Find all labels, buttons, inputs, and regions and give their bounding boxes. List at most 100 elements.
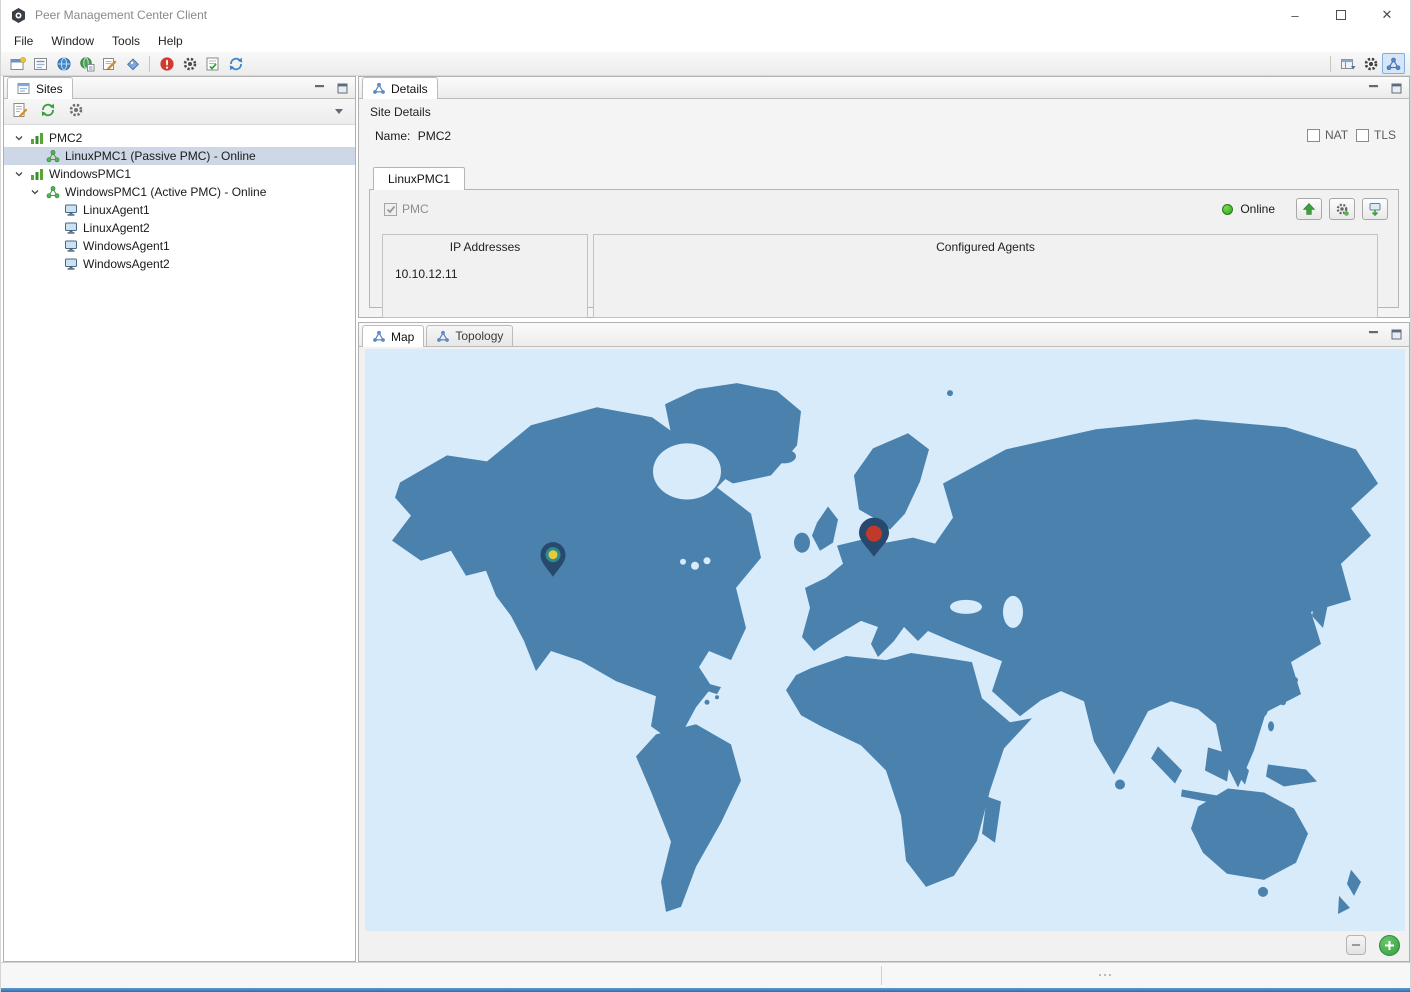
new-wizard-icon[interactable] — [6, 53, 29, 74]
alerts-icon[interactable] — [155, 53, 178, 74]
preferences-gear-icon[interactable] — [178, 53, 201, 74]
minimize-panel-icon[interactable] — [1365, 80, 1381, 96]
refresh-icon[interactable] — [224, 53, 247, 74]
tab-linuxpmc1-label: LinuxPMC1 — [388, 172, 451, 186]
open-perspective-icon[interactable] — [1336, 53, 1359, 74]
nat-checkbox-label: NAT — [1325, 128, 1349, 142]
web-browser-icon[interactable] — [52, 53, 75, 74]
minus-icon — [1352, 944, 1360, 946]
tab-map[interactable]: Map — [362, 325, 425, 347]
agent-gear-icon — [1336, 203, 1349, 216]
menu-bar: File Window Tools Help — [1, 30, 1410, 52]
tasks-icon[interactable] — [201, 53, 224, 74]
site-settings-gear-icon[interactable] — [68, 102, 84, 121]
tree-item-pmc[interactable]: LinuxPMC1 (Passive PMC) - Online — [4, 147, 355, 165]
tree-item-label: LinuxAgent1 — [83, 203, 150, 217]
chevron-down-icon[interactable] — [10, 133, 28, 143]
maximize-panel-icon[interactable] — [1388, 326, 1404, 342]
main-toolbar — [1, 52, 1410, 76]
site-name-value: PMC2 — [417, 129, 452, 143]
online-status-icon — [1222, 203, 1234, 215]
close-button[interactable]: ✕ — [1364, 0, 1410, 30]
sites-tabbar: Sites — [4, 77, 355, 99]
settings-gear-icon[interactable] — [1359, 53, 1382, 74]
maximize-panel-icon[interactable] — [334, 80, 350, 96]
agent-icon — [62, 203, 80, 217]
tree-item-pmc[interactable]: WindowsPMC1 (Active PMC) - Online — [4, 183, 355, 201]
tab-details-label: Details — [391, 81, 428, 96]
configured-agents-group: Configured Agents — [593, 234, 1378, 318]
app-icon — [10, 7, 27, 24]
menu-file[interactable]: File — [5, 31, 42, 51]
tree-item-agent[interactable]: WindowsAgent1 — [4, 237, 355, 255]
refresh-sites-icon[interactable] — [40, 102, 56, 121]
edit-properties-icon[interactable] — [98, 53, 121, 74]
promote-up-button[interactable] — [1296, 198, 1322, 220]
tree-item-agent[interactable]: LinuxAgent2 — [4, 219, 355, 237]
install-agent-button[interactable] — [1362, 198, 1388, 220]
site-icon — [28, 131, 46, 145]
view-menu-icon[interactable] — [331, 108, 347, 115]
zoom-in-button[interactable] — [1379, 934, 1400, 956]
tab-linuxpmc1[interactable]: LinuxPMC1 — [373, 167, 466, 190]
web-publish-icon[interactable] — [75, 53, 98, 74]
tab-topology-label: Topology — [455, 329, 504, 343]
toolbar-separator — [1330, 55, 1331, 72]
tree-item-label: WindowsPMC1 (Active PMC) - Online — [65, 185, 267, 199]
tree-item-site[interactable]: PMC2 — [4, 129, 355, 147]
map-panel: Map Topology — [358, 322, 1410, 962]
menu-help[interactable]: Help — [149, 31, 192, 51]
agent-icon — [62, 257, 80, 271]
nat-checkbox[interactable]: NAT — [1307, 128, 1348, 142]
minimize-panel-icon[interactable] — [1365, 326, 1381, 342]
window-bottom-edge — [1, 988, 1410, 992]
menu-tools[interactable]: Tools — [103, 31, 149, 51]
tree-item-label: WindowsAgent1 — [83, 239, 170, 253]
site-name: Name: PMC2 — [375, 129, 451, 143]
ip-addresses-title: IP Addresses — [449, 240, 521, 254]
maximize-icon — [1336, 10, 1346, 20]
maximize-panel-icon[interactable] — [1388, 80, 1404, 96]
tags-icon[interactable] — [121, 53, 144, 74]
status-bar — [1, 962, 1410, 988]
zoom-out-button[interactable] — [1346, 935, 1366, 955]
status-bar-grip — [1099, 974, 1111, 976]
topology-perspective-icon[interactable] — [1382, 53, 1405, 74]
tree-item-agent[interactable]: LinuxAgent1 — [4, 201, 355, 219]
promote-up-icon — [1302, 203, 1316, 215]
pmc-icon — [44, 149, 62, 163]
site-name-label: Name: — [375, 129, 411, 143]
report-icon[interactable] — [12, 102, 28, 121]
show-view-icon[interactable] — [29, 53, 52, 74]
status-bar-separator — [881, 966, 882, 985]
minimize-button[interactable]: – — [1272, 0, 1318, 30]
agent-settings-button[interactable] — [1329, 198, 1355, 220]
chevron-down-icon[interactable] — [26, 187, 44, 197]
topology-icon — [373, 330, 385, 342]
tab-topology[interactable]: Topology — [426, 325, 514, 346]
world-map[interactable] — [365, 349, 1405, 931]
menu-window[interactable]: Window — [42, 31, 103, 51]
tree-item-label: WindowsAgent2 — [83, 257, 170, 271]
site-details-title: Site Details — [370, 105, 431, 119]
tls-checkbox-box[interactable] — [1356, 128, 1369, 142]
details-tabbar: Details — [359, 77, 1409, 99]
tree-item-site[interactable]: WindowsPMC1 — [4, 165, 355, 183]
minimize-panel-icon[interactable] — [311, 80, 327, 96]
nat-checkbox-box[interactable] — [1307, 128, 1320, 142]
toolbar-separator — [149, 55, 150, 72]
status-area: Online — [1222, 198, 1388, 220]
tab-details[interactable]: Details — [362, 77, 438, 99]
configured-agents-title: Configured Agents — [936, 240, 1035, 254]
tls-checkbox[interactable]: TLS — [1356, 128, 1396, 142]
map-zoom-strip — [365, 931, 1403, 959]
plus-icon — [1385, 940, 1394, 950]
pmc-checkbox-box — [384, 202, 397, 216]
chevron-down-icon[interactable] — [10, 169, 28, 179]
maximize-button[interactable] — [1318, 0, 1364, 30]
tree-item-label: LinuxPMC1 (Passive PMC) - Online — [65, 149, 256, 163]
pmc-checkbox: PMC — [384, 202, 429, 216]
tab-sites[interactable]: Sites — [7, 77, 73, 99]
tree-item-agent[interactable]: WindowsAgent2 — [4, 255, 355, 273]
ip-addresses-group: IP Addresses 10.10.12.11 — [382, 234, 588, 318]
